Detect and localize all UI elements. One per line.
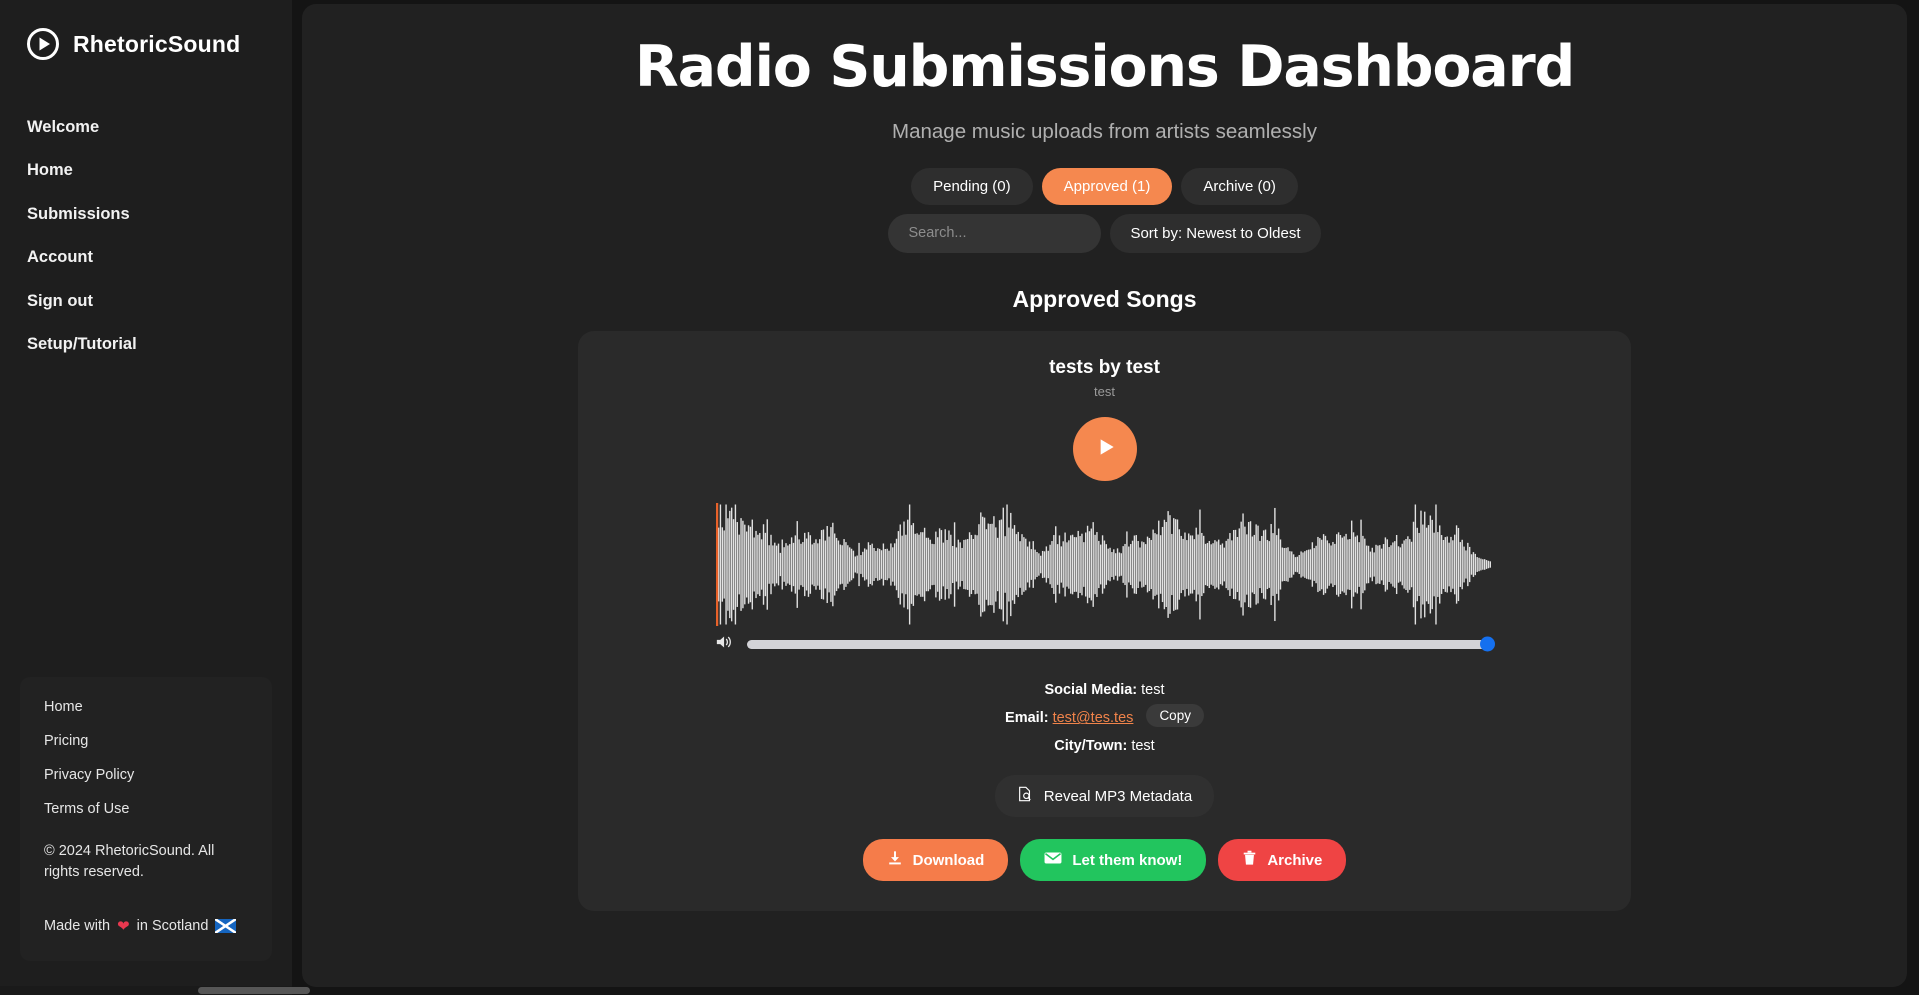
- footer-made-with: Made with ❤ in Scotland: [44, 917, 248, 935]
- archive-button[interactable]: Archive: [1218, 839, 1347, 882]
- page-subtitle: Manage music uploads from artists seamle…: [892, 119, 1317, 143]
- section-title: Approved Songs: [1012, 285, 1197, 312]
- sidebar-nav: Welcome Home Submissions Account Sign ou…: [0, 106, 292, 367]
- sidebar-item-account[interactable]: Account: [0, 236, 292, 279]
- sidebar-item-label: Home: [27, 161, 73, 180]
- search-input[interactable]: [888, 213, 1102, 253]
- waveform[interactable]: [608, 502, 1601, 626]
- brand[interactable]: RhetoricSound: [0, 22, 292, 66]
- sidebar-item-label: Sign out: [27, 291, 93, 310]
- detail-label: Social Media:: [1044, 681, 1138, 698]
- footer-link-home[interactable]: Home: [44, 699, 248, 715]
- archive-label: Archive: [1267, 851, 1323, 869]
- trash-icon: [1242, 850, 1257, 870]
- download-label: Download: [912, 851, 985, 869]
- waveform-canvas[interactable]: [716, 502, 1493, 626]
- detail-label: Email:: [1005, 710, 1049, 727]
- detail-city-town: City/Town: test: [608, 733, 1601, 761]
- sidebar-item-label: Account: [27, 248, 93, 267]
- volume-slider[interactable]: [747, 636, 1495, 652]
- reveal-mp3-metadata-button[interactable]: Reveal MP3 Metadata: [994, 775, 1215, 818]
- footer-link-terms-of-use[interactable]: Terms of Use: [44, 801, 248, 817]
- page-title: Radio Submissions Dashboard: [634, 34, 1575, 100]
- main-content: Radio Submissions Dashboard Manage music…: [302, 4, 1907, 987]
- sidebar-item-sign-out[interactable]: Sign out: [0, 280, 292, 323]
- sidebar-footer: Home Pricing Privacy Policy Terms of Use…: [20, 676, 272, 961]
- scotland-flag-icon: [214, 917, 238, 935]
- playhead-marker: [716, 502, 719, 626]
- play-icon: [1092, 434, 1118, 463]
- submission-card: tests by test test Social Media: test Em…: [578, 330, 1631, 912]
- download-icon: [887, 850, 903, 870]
- tab-archive[interactable]: Archive (0): [1181, 167, 1298, 205]
- tab-approved[interactable]: Approved (1): [1041, 167, 1173, 205]
- detail-social-media: Social Media: test: [608, 677, 1601, 705]
- email-link[interactable]: test@tes.tes: [1053, 710, 1134, 726]
- notify-label: Let them know!: [1072, 851, 1183, 869]
- detail-value: test: [1131, 737, 1155, 754]
- made-with-suffix: in Scotland: [136, 918, 209, 934]
- sidebar-item-label: Setup/Tutorial: [27, 335, 137, 354]
- volume-control: [608, 634, 1601, 655]
- player-controls: [608, 416, 1601, 481]
- song-subtitle: test: [1094, 383, 1115, 399]
- volume-slider-thumb[interactable]: [1480, 636, 1495, 652]
- sidebar: RhetoricSound Welcome Home Submissions A…: [0, 0, 310, 995]
- heart-icon: ❤: [117, 918, 130, 935]
- volume-icon[interactable]: [716, 634, 733, 655]
- submission-details: Social Media: test Email: test@tes.tes C…: [608, 677, 1601, 761]
- detail-email: Email: test@tes.tes Copy: [608, 704, 1601, 733]
- play-circle-icon: [26, 27, 60, 61]
- sidebar-item-label: Submissions: [27, 204, 130, 223]
- action-buttons: Download Let them know! Archive: [608, 839, 1601, 882]
- song-title: tests by test: [1049, 356, 1160, 378]
- app-root: RhetoricSound Welcome Home Submissions A…: [0, 0, 1919, 995]
- document-search-icon: [1017, 786, 1033, 806]
- footer-link-pricing[interactable]: Pricing: [44, 733, 248, 749]
- main-wrapper: Radio Submissions Dashboard Manage music…: [292, 0, 1919, 995]
- sidebar-item-home[interactable]: Home: [0, 149, 292, 192]
- copy-email-button[interactable]: Copy: [1146, 704, 1204, 728]
- sidebar-item-label: Welcome: [27, 118, 100, 136]
- made-with-prefix: Made with: [44, 918, 111, 934]
- sidebar-item-submissions[interactable]: Submissions: [0, 193, 292, 236]
- scrollbar-thumb[interactable]: [198, 987, 310, 994]
- sidebar-item-welcome[interactable]: Welcome: [0, 106, 292, 149]
- reveal-label: Reveal MP3 Metadata: [1043, 787, 1193, 805]
- reveal-metadata-row: Reveal MP3 Metadata: [608, 775, 1601, 818]
- notify-button[interactable]: Let them know!: [1020, 839, 1207, 882]
- sidebar-item-setup-tutorial[interactable]: Setup/Tutorial: [0, 323, 292, 366]
- sort-button[interactable]: Sort by: Newest to Oldest: [1110, 213, 1321, 253]
- detail-value: test: [1141, 681, 1165, 698]
- horizontal-scrollbar[interactable]: [0, 986, 310, 995]
- play-button[interactable]: [1072, 416, 1137, 481]
- brand-name: RhetoricSound: [73, 30, 241, 57]
- filter-row: Sort by: Newest to Oldest: [302, 213, 1907, 253]
- status-tabs: Pending (0) Approved (1) Archive (0): [302, 167, 1907, 205]
- detail-label: City/Town:: [1054, 737, 1128, 754]
- footer-copyright: © 2024 RhetoricSound. All rights reserve…: [44, 842, 215, 880]
- tab-pending[interactable]: Pending (0): [911, 167, 1033, 205]
- envelope-icon: [1044, 851, 1062, 869]
- footer-link-privacy-policy[interactable]: Privacy Policy: [44, 767, 248, 783]
- download-button[interactable]: Download: [862, 839, 1009, 882]
